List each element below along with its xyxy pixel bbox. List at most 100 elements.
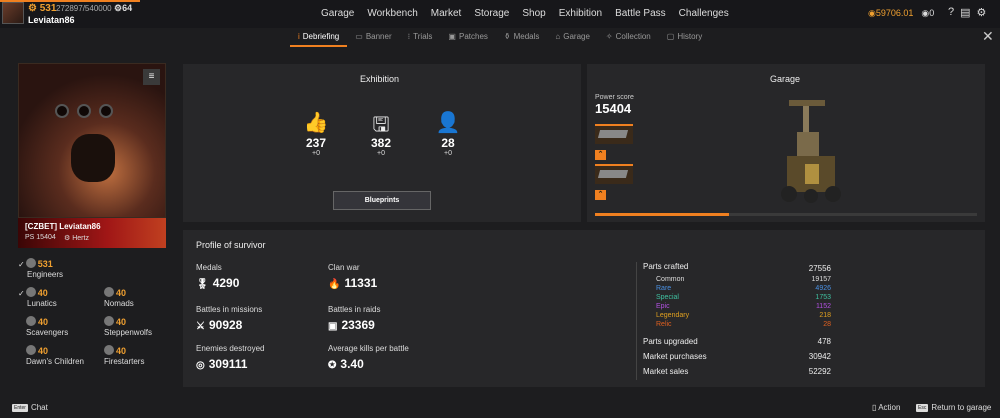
nav-battle-pass[interactable]: Battle Pass	[615, 8, 666, 19]
followers-value: 28	[441, 136, 455, 150]
weapon-icon	[597, 130, 629, 138]
thumbs-up-icon: 👍	[303, 112, 329, 134]
rarity-value: 19157	[811, 276, 831, 283]
raids-value: 23369	[341, 318, 375, 332]
faction-firestarters[interactable]: 40 Firestarters	[104, 345, 144, 366]
faction-level: 40	[116, 317, 127, 327]
main-nav: Garage Workbench Market Storage Shop Exh…	[321, 8, 729, 19]
rarity-value: 218	[819, 312, 831, 319]
garage-title: Garage	[770, 74, 801, 84]
saves-value: 382	[370, 136, 392, 150]
likes-value: 237	[305, 136, 327, 150]
followers-delta: +0	[444, 150, 452, 157]
tokens: ◉0	[921, 8, 935, 18]
kills-label: Average kills per battle	[328, 344, 409, 353]
nav-market[interactable]: Market	[431, 8, 462, 19]
faction-dawns-children[interactable]: 40 Dawn's Children	[26, 345, 84, 366]
bottom-bar: Enter Chat ▯ Action Esc Return to garage	[0, 398, 1000, 418]
banner-icon: ▭	[355, 32, 363, 41]
avatar[interactable]	[2, 2, 24, 24]
nav-storage[interactable]: Storage	[474, 8, 509, 19]
tab-trials[interactable]: ⁝ Trials	[400, 28, 441, 46]
action-label: Action	[878, 403, 901, 412]
enemies-value: 309111	[208, 357, 248, 371]
power-score-value: 15404	[595, 101, 632, 116]
settings-icon[interactable]: ⚙	[977, 6, 987, 19]
survivor-title: Profile of survivor	[196, 240, 266, 250]
faction-name: Scavengers	[26, 328, 69, 337]
weapon-slot-1[interactable]	[595, 124, 633, 144]
steppenwolfs-icon	[104, 316, 114, 326]
tab-medals[interactable]: ⚱ Medals	[496, 28, 548, 46]
help-icon[interactable]: ?	[948, 6, 954, 19]
faction-scavengers[interactable]: 40 Scavengers	[26, 316, 68, 337]
rarity-label: Epic	[656, 303, 670, 310]
exhibition-title: Exhibition	[360, 74, 400, 84]
faction-name: Dawn's Children	[26, 357, 84, 366]
menu-button[interactable]: ≡	[143, 69, 160, 85]
missions-label: Battles in missions	[196, 305, 263, 314]
blueprints-button[interactable]: Blueprints	[333, 191, 431, 210]
close-icon[interactable]: ✕	[982, 28, 994, 45]
tab-banner[interactable]: ▭ Banner	[347, 28, 399, 46]
tab-history[interactable]: ▢ History	[659, 28, 710, 46]
parts-crafted-value: 27556	[808, 264, 831, 273]
vehicle-render	[781, 100, 841, 203]
faction-level: 40	[116, 346, 127, 356]
scavengers-icon	[26, 316, 36, 326]
return-to-garage-button[interactable]: Esc Return to garage	[916, 403, 991, 412]
chat-bubble-icon[interactable]: ▤	[960, 6, 970, 19]
rarity-label: Relic	[656, 321, 672, 328]
esc-key-hint: Esc	[916, 404, 929, 412]
faction-name: Steppenwolfs	[104, 328, 153, 337]
tab-collection[interactable]: ✧ Collection	[598, 28, 659, 46]
coins-value: 59706.01	[875, 8, 914, 18]
flame-icon: 🔥	[328, 279, 341, 290]
tab-patches[interactable]: ▣ Patches	[440, 28, 495, 46]
gas-mask	[71, 134, 115, 182]
rarity-value: 1753	[815, 294, 831, 301]
upgrade-icon: ⌃	[595, 190, 606, 200]
weapon-slot-2[interactable]	[595, 164, 633, 184]
faction-level: 40	[38, 317, 49, 327]
nav-challenges[interactable]: Challenges	[679, 8, 729, 19]
faction-engineers[interactable]: ✓ 531 Engineers	[18, 258, 63, 279]
medal-icon: ⚱	[503, 32, 511, 41]
clan-war-value: 11331	[344, 276, 378, 290]
market-purchases-value: 30942	[808, 352, 831, 361]
saves-stat: 🖫 382 +0	[361, 110, 401, 157]
chat-label: Chat	[30, 403, 48, 412]
faction-level: 40	[38, 346, 49, 356]
faction-name: Lunatics	[27, 299, 57, 308]
faction-steppenwolfs[interactable]: 40 Steppenwolfs	[104, 316, 152, 337]
raids-kpi: Battles in raids ▣ 23369	[328, 305, 380, 332]
goggle-left	[55, 104, 69, 118]
likes-delta: +0	[312, 150, 320, 157]
nav-exhibition[interactable]: Exhibition	[559, 8, 602, 19]
medal-icon: 🎖	[196, 279, 209, 290]
faction-level: 531	[37, 259, 53, 269]
faction-lunatics[interactable]: ✓ 40 Lunatics	[18, 287, 57, 308]
rarity-label: Rare	[656, 285, 672, 292]
player-xp: 272897/540000	[56, 4, 112, 13]
action-button[interactable]: ▯ Action	[872, 403, 900, 412]
tab-debriefing[interactable]: i Debriefing	[290, 28, 348, 47]
exhibition-panel: Exhibition 👍 237 +0 🖫 382 +0 👤 28 +0 Blu…	[183, 64, 581, 222]
lunatics-icon	[25, 287, 36, 297]
patches-icon: ▣	[448, 32, 456, 41]
nav-shop[interactable]: Shop	[522, 8, 545, 19]
user-check-icon: 👤	[435, 112, 461, 134]
username: Leviatan86	[28, 15, 75, 25]
profile-name: [CZBET] Leviatan86	[25, 222, 101, 231]
chat-button[interactable]: Enter Chat	[12, 403, 48, 412]
rarity-label: Common	[656, 276, 685, 283]
faction-nomads[interactable]: 40 Nomads	[104, 287, 134, 308]
nomads-icon	[104, 287, 114, 297]
currency: ◉59706.01 ◉0	[868, 8, 934, 19]
missions-value: 90928	[208, 318, 243, 332]
upgrade-icon: ⌃	[595, 150, 606, 160]
nav-garage[interactable]: Garage	[321, 8, 354, 19]
tab-garage[interactable]: ⌂ Garage	[547, 28, 598, 46]
profile-power-score: PS 15404	[25, 234, 56, 241]
nav-workbench[interactable]: Workbench	[367, 8, 417, 19]
